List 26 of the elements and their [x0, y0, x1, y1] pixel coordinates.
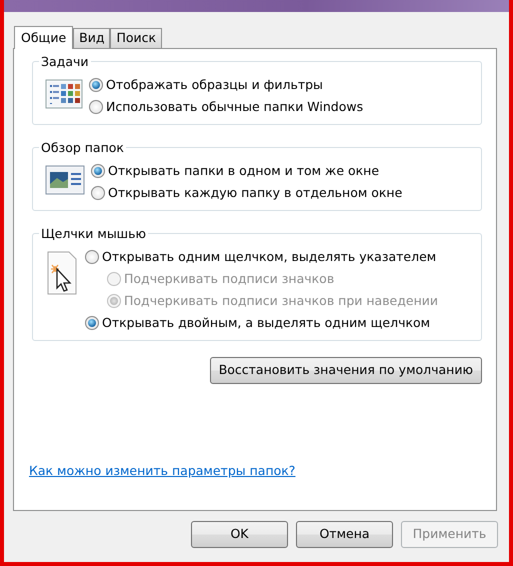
- radio-label[interactable]: Открывать папки в одном и том же окне: [108, 162, 380, 180]
- radio-label[interactable]: Открывать каждую папку в отдельном окне: [108, 184, 402, 202]
- radio-button[interactable]: [91, 164, 105, 178]
- radio-button[interactable]: [89, 100, 103, 114]
- cursor-click-icon: [45, 250, 79, 296]
- dialog-button: Применить: [401, 521, 498, 548]
- dialog-button[interactable]: Отмена: [296, 521, 393, 548]
- restore-defaults-button[interactable]: Восстановить значения по умолчанию: [210, 357, 482, 384]
- help-link[interactable]: Как можно изменить параметры папок?: [29, 462, 296, 481]
- tab[interactable]: Вид: [73, 28, 110, 48]
- radio-button[interactable]: [91, 186, 105, 200]
- radio-label[interactable]: Использовать обычные папки Windows: [106, 98, 364, 116]
- radio-label: Подчеркивать подписи значков: [124, 270, 334, 288]
- group-title: Обзор папок: [39, 139, 126, 158]
- radio-button[interactable]: [85, 250, 99, 264]
- tab[interactable]: Общие: [14, 26, 74, 49]
- list-view-icon: [45, 78, 83, 110]
- radio-label[interactable]: Открывать двойным, а выделять одним щелчком: [102, 314, 430, 332]
- window-preview-icon: [45, 164, 85, 196]
- radio-label[interactable]: Открывать одним щелчком, выделять указателем: [102, 248, 436, 266]
- tab[interactable]: Поиск: [110, 28, 162, 48]
- radio-label: Подчеркивать подписи значков при наведении: [124, 292, 438, 310]
- radio-label[interactable]: Отображать образцы и фильтры: [106, 76, 323, 94]
- dialog-button[interactable]: OK: [191, 521, 288, 548]
- radio-button[interactable]: [85, 316, 99, 330]
- radio-button[interactable]: [89, 78, 103, 92]
